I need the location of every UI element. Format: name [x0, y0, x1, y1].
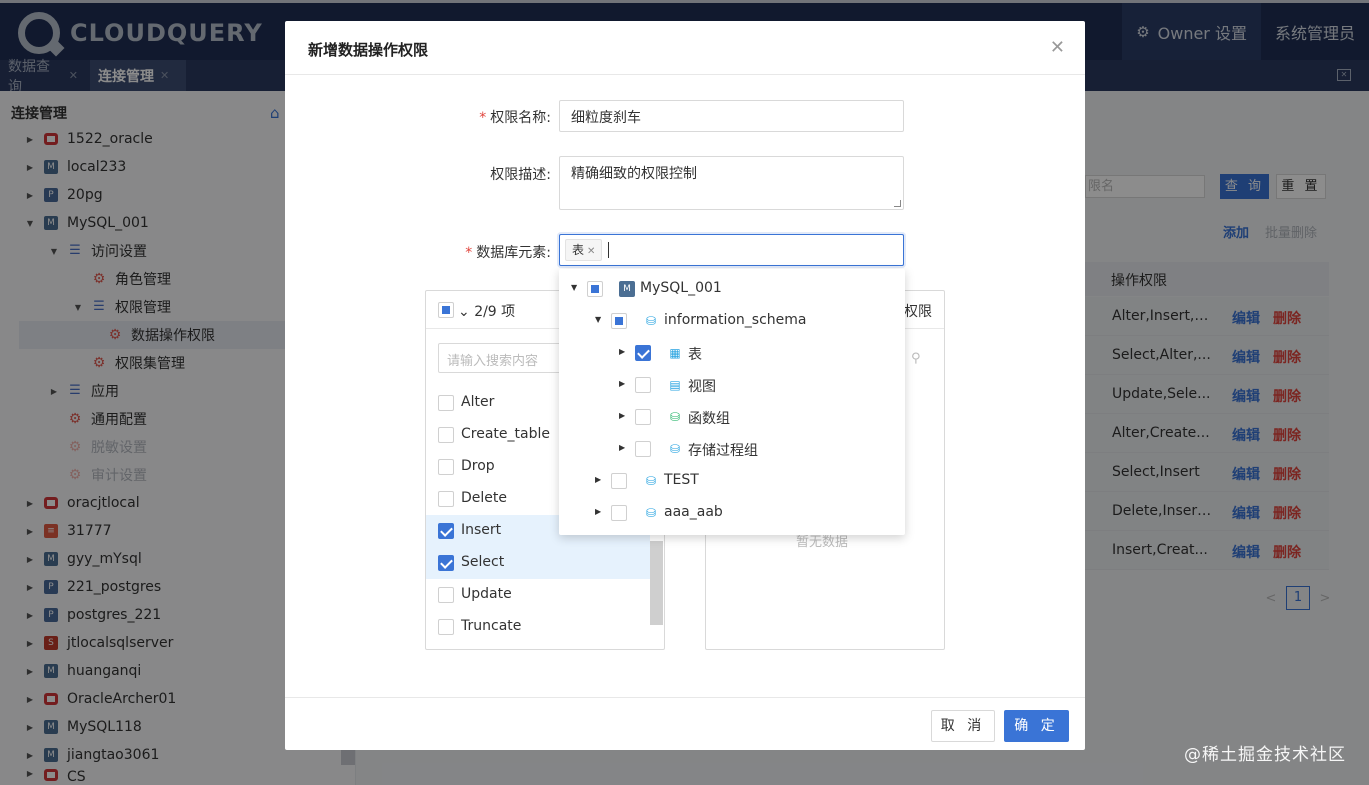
database-icon: ⛁	[645, 506, 657, 520]
list-item[interactable]: Truncate	[426, 611, 650, 643]
tree-node-label: 表	[688, 347, 702, 363]
tree-node-mysql-001[interactable]: ▼ M MySQL_001	[559, 273, 905, 305]
checkbox[interactable]	[611, 313, 627, 329]
close-icon[interactable]: ✕	[587, 246, 595, 257]
transfer-scrollbar[interactable]	[650, 541, 663, 625]
checkbox[interactable]	[438, 395, 454, 411]
cancel-button[interactable]: 取 消	[931, 710, 995, 742]
tree-node-label: 视图	[688, 379, 716, 395]
list-item[interactable]: Select	[426, 547, 650, 579]
tree-node-procedure-group[interactable]: ▶ ⛁ 存储过程组	[559, 433, 905, 465]
checkbox[interactable]	[438, 491, 454, 507]
list-item[interactable]: Update	[426, 579, 650, 611]
tree-node-aaa-aab[interactable]: ▶ ⛁ aaa_aab	[559, 497, 905, 529]
checkbox[interactable]	[438, 619, 454, 635]
transfer-count-text: 2/9 项	[474, 304, 516, 320]
tree-node-label: MySQL_001	[640, 280, 722, 296]
tree-node-label: aaa_aab	[664, 504, 723, 520]
checkbox[interactable]	[438, 555, 454, 571]
search-icon[interactable]: ⚲	[911, 351, 921, 366]
caret-right-icon[interactable]: ▶	[619, 443, 625, 452]
list-item-label: Alter	[461, 394, 495, 410]
mysql-icon: M	[619, 281, 635, 297]
required-mark: *	[479, 110, 487, 126]
database-icon: ⛁	[645, 314, 657, 328]
permission-name-label-text: 权限名称:	[490, 110, 551, 126]
permission-desc-value: 精确细致的权限控制	[571, 166, 697, 182]
add-permission-modal: 新增数据操作权限 ✕ * 权限名称: 细粒度刹车 权限描述: 精确细致的权限控制 …	[285, 21, 1085, 750]
tree-node-function-group[interactable]: ▶ ⛁ 函数组	[559, 401, 905, 433]
table-icon: ▦	[669, 346, 681, 360]
tree-node-tables[interactable]: ▶ ▦ 表	[559, 337, 905, 369]
permission-name-input[interactable]: 细粒度刹车	[559, 100, 904, 132]
checkbox[interactable]	[635, 377, 651, 393]
checkbox[interactable]	[635, 441, 651, 457]
caret-right-icon[interactable]: ▶	[595, 507, 601, 516]
db-element-dropdown-tree: ▼ M MySQL_001 ▼ ⛁ information_schema ▶ ▦…	[559, 269, 905, 535]
transfer-target-title: 权限	[904, 304, 932, 320]
database-icon: ⛁	[645, 474, 657, 488]
confirm-button[interactable]: 确 定	[1004, 710, 1069, 742]
db-element-label: * 数据库元素:	[351, 242, 551, 262]
procedure-icon: ⛁	[669, 442, 681, 456]
tree-node-label: 函数组	[688, 411, 730, 427]
modal-header: 新增数据操作权限 ✕	[285, 21, 1085, 75]
select-all-checkbox[interactable]	[438, 302, 454, 318]
checkbox[interactable]	[587, 281, 603, 297]
list-item-label: Update	[461, 586, 512, 602]
checkbox[interactable]	[611, 473, 627, 489]
list-item-label: Truncate	[461, 618, 522, 634]
tree-node-label: information_schema	[664, 312, 807, 328]
transfer-count[interactable]: ⌄ 2/9 项	[458, 301, 515, 321]
db-element-tree-select[interactable]: 表 ✕	[559, 234, 904, 266]
checkbox[interactable]	[438, 459, 454, 475]
required-mark: *	[465, 245, 473, 261]
tree-node-label: 存储过程组	[688, 443, 758, 459]
tree-node-test[interactable]: ▶ ⛁ TEST	[559, 465, 905, 497]
list-item-label: Insert	[461, 522, 502, 538]
close-icon[interactable]: ✕	[1050, 37, 1065, 58]
checkbox[interactable]	[438, 587, 454, 603]
list-item-label: Select	[461, 554, 505, 570]
checkbox[interactable]	[438, 523, 454, 539]
selected-tag: 表 ✕	[565, 239, 603, 261]
permission-desc-textarea[interactable]: 精确细致的权限控制	[559, 156, 904, 210]
checkbox[interactable]	[635, 409, 651, 425]
text-cursor	[608, 242, 609, 258]
permission-desc-label: 权限描述:	[490, 167, 551, 183]
caret-down-icon[interactable]: ▼	[571, 283, 577, 292]
modal-footer: 取 消 确 定	[285, 697, 1085, 750]
checkbox[interactable]	[611, 505, 627, 521]
selected-tag-label: 表	[572, 243, 585, 257]
view-icon: ▤	[669, 378, 681, 392]
db-element-label-text: 数据库元素:	[476, 245, 551, 261]
caret-right-icon[interactable]: ▶	[595, 475, 601, 484]
checkbox[interactable]	[635, 345, 651, 361]
caret-right-icon[interactable]: ▶	[619, 411, 625, 420]
tree-node-information-schema[interactable]: ▼ ⛁ information_schema	[559, 305, 905, 337]
resize-handle-icon[interactable]	[894, 200, 901, 207]
modal-title: 新增数据操作权限	[308, 41, 429, 59]
caret-down-icon[interactable]: ▼	[595, 315, 601, 324]
permission-name-label: * 权限名称:	[351, 107, 551, 127]
tree-node-label: TEST	[664, 472, 699, 488]
list-item-label: Delete	[461, 490, 507, 506]
tree-node-views[interactable]: ▶ ▤ 视图	[559, 369, 905, 401]
list-item-label: Drop	[461, 458, 495, 474]
function-icon: ⛁	[669, 410, 681, 424]
list-item-label: Create_table	[461, 426, 550, 442]
watermark: @稀土掘金技术社区	[1184, 745, 1346, 765]
checkbox[interactable]	[438, 427, 454, 443]
caret-right-icon[interactable]: ▶	[619, 347, 625, 356]
caret-right-icon[interactable]: ▶	[619, 379, 625, 388]
